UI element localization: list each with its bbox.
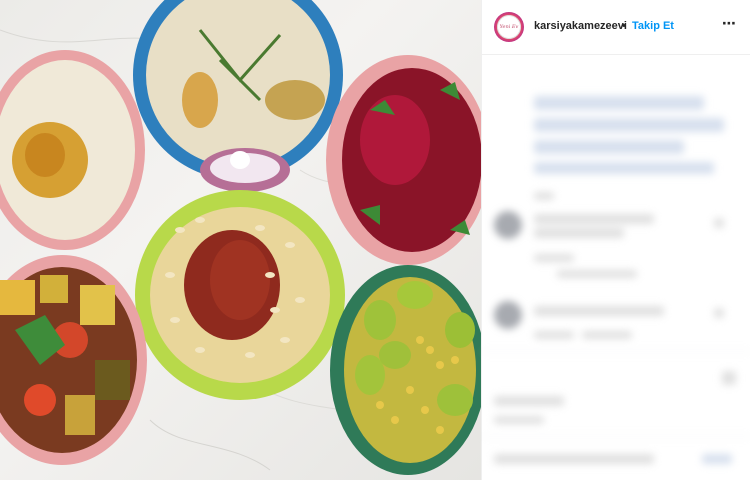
avatar-logo: Yeni Ev bbox=[497, 15, 521, 39]
post-sidebar: Yeni Ev karsiyakamezeevi • Takip Et ⋯ bbox=[481, 0, 750, 480]
avatar[interactable]: Yeni Ev bbox=[494, 12, 524, 42]
bowl-top-center bbox=[133, 0, 343, 192]
more-options-icon[interactable]: ⋯ bbox=[722, 15, 737, 32]
username-link[interactable]: karsiyakamezeevi bbox=[534, 20, 627, 32]
bowl-top-right bbox=[326, 55, 481, 265]
post-photo[interactable] bbox=[0, 0, 481, 480]
bowl-center bbox=[135, 190, 345, 400]
food-bowls-image bbox=[0, 0, 481, 475]
blurred-comments-area bbox=[482, 56, 750, 480]
bowl-bottom-right bbox=[330, 265, 481, 475]
bowl-bottom-left bbox=[0, 255, 147, 465]
bowl-top-left bbox=[0, 50, 145, 250]
post-header: Yeni Ev karsiyakamezeevi • Takip Et ⋯ bbox=[482, 0, 750, 55]
follow-button[interactable]: Takip Et bbox=[632, 20, 674, 32]
separator-dot: • bbox=[622, 20, 626, 32]
